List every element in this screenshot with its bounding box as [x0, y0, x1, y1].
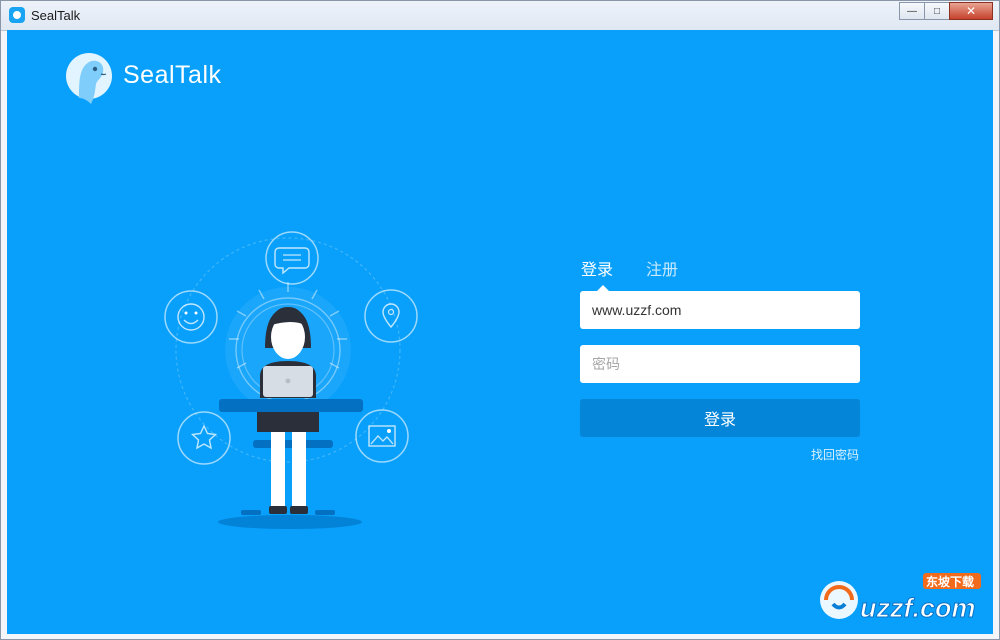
app-window: SealTalk — □ ✕ SealTalk 登录 注册 www.uzzf.c…: [0, 0, 1000, 640]
brand-name: SealTalk: [123, 61, 222, 89]
password-input[interactable]: [580, 345, 860, 383]
forgot-password-link[interactable]: 找回密码: [811, 446, 859, 463]
message-bubble-icon: [265, 231, 319, 285]
title-bar[interactable]: SealTalk — □ ✕: [1, 1, 999, 31]
seal-logo-icon: [65, 50, 115, 111]
maximize-button[interactable]: □: [924, 2, 950, 20]
tab-login[interactable]: 登录: [581, 256, 613, 280]
window-title: SealTalk: [31, 8, 81, 23]
svg-text:uzzf.com: uzzf.com: [860, 593, 976, 623]
location-pin-icon: [364, 289, 418, 343]
uzzf-watermark-logo: uzzf.com 东坡下载: [815, 567, 993, 634]
minimize-button[interactable]: —: [899, 2, 925, 20]
smiley-icon: [164, 290, 218, 344]
login-view: SealTalk 登录 注册 www.uzzf.com 登录 找回密码 uzzf…: [7, 30, 993, 634]
account-input[interactable]: [580, 291, 860, 329]
image-icon: [355, 409, 409, 463]
window-controls: — □ ✕: [899, 2, 993, 20]
tab-register[interactable]: 注册: [646, 256, 678, 280]
login-button[interactable]: 登录: [580, 399, 860, 437]
close-button[interactable]: ✕: [949, 2, 993, 20]
star-icon: [177, 411, 231, 465]
chat-illustration: [153, 200, 423, 535]
svg-text:东坡下载: 东坡下载: [926, 574, 974, 589]
app-icon: [9, 7, 25, 23]
